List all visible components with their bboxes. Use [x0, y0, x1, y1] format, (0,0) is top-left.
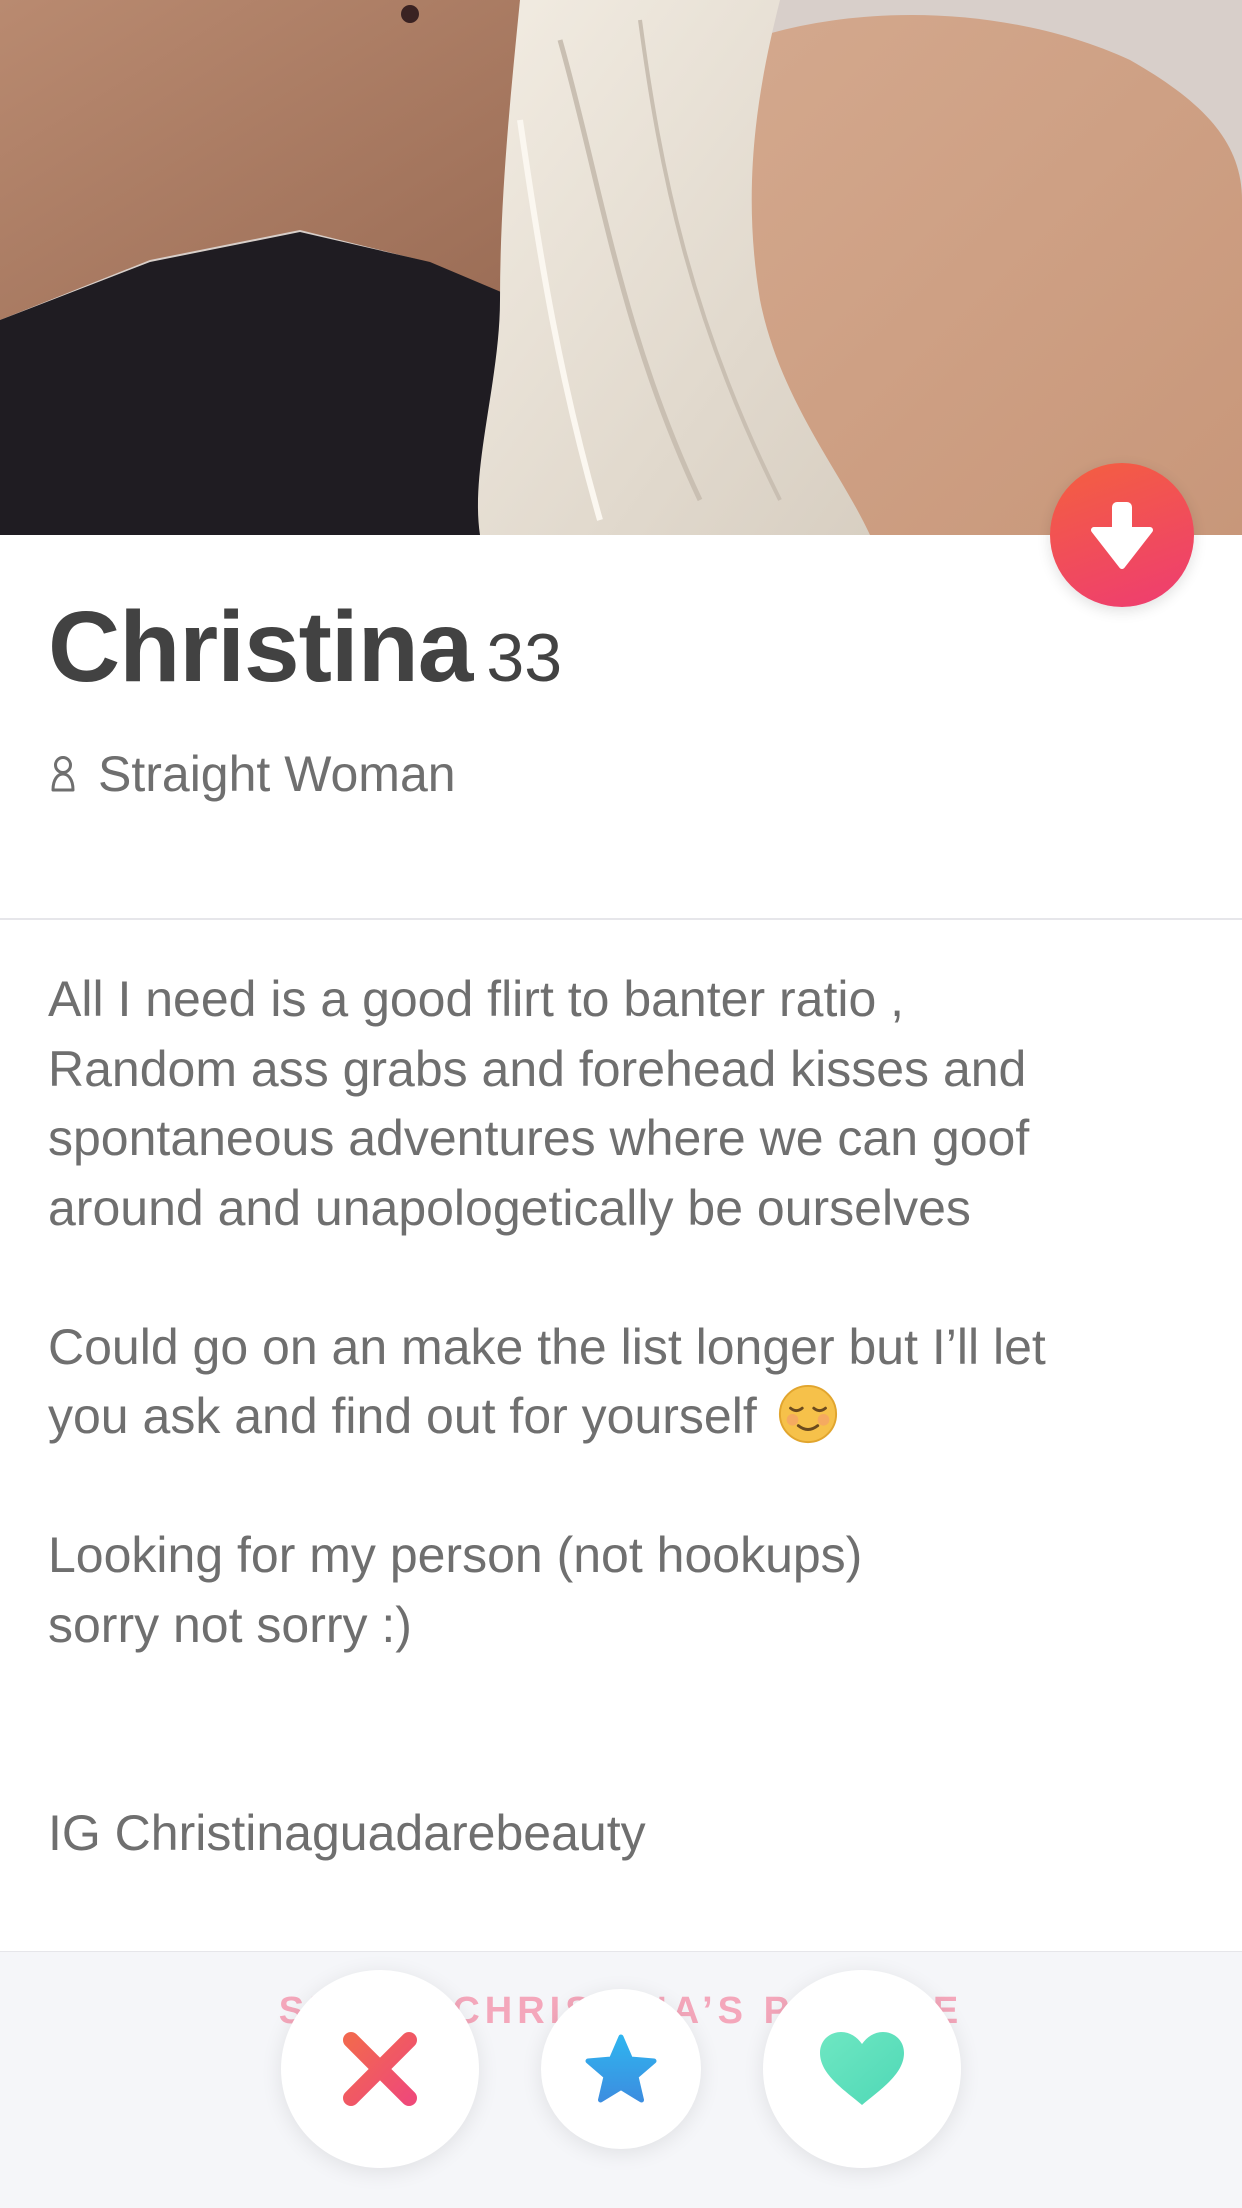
bio-line-empty	[48, 1660, 1208, 1730]
bio-line: Random ass grabs and forehead kisses and	[48, 1040, 1027, 1097]
super-like-button[interactable]	[541, 1989, 701, 2149]
arrow-down-icon	[1091, 502, 1153, 569]
bio-line: around and unapologetically be ourselves	[48, 1179, 971, 1236]
collapse-profile-button[interactable]	[1050, 463, 1194, 607]
heart-icon	[820, 2032, 904, 2105]
bio-line-empty	[48, 1243, 1208, 1313]
bio-line: IG Christinaguadarebeauty	[48, 1805, 646, 1861]
close-icon	[343, 2032, 417, 2106]
bio-line-with-emoji: you ask and find out for yourself	[48, 1382, 1208, 1452]
bio-line: Could go on an make the list longer but …	[48, 1318, 1046, 1375]
bio-line-empty	[48, 1452, 1208, 1522]
divider-top	[0, 918, 1242, 920]
profile-photo[interactable]	[0, 0, 1242, 535]
person-icon	[51, 756, 75, 792]
orientation-row: Straight Woman	[50, 745, 456, 803]
nope-button[interactable]	[281, 1970, 479, 2168]
profile-name: Christina	[48, 591, 473, 703]
star-icon	[585, 2034, 657, 2103]
bio-line-empty	[48, 1730, 1208, 1800]
bio-line: sorry not sorry :)	[48, 1596, 412, 1653]
bio-line-text: you ask and find out for yourself	[48, 1388, 757, 1444]
bio-line: All I need is a good flirt to banter rat…	[48, 971, 905, 1027]
bio-line: Looking for my person (not hookups)	[48, 1527, 863, 1583]
profile-header: Christina 33	[48, 590, 562, 705]
like-button[interactable]	[763, 1970, 961, 2168]
smiling-face-icon	[778, 1384, 837, 1444]
orientation-label: Straight Woman	[98, 746, 456, 802]
bio-line: spontaneous adventures where we can goof	[48, 1110, 1030, 1166]
bio-section: All I need is a good flirt to banter rat…	[48, 965, 1208, 1869]
profile-age: 33	[486, 620, 563, 696]
